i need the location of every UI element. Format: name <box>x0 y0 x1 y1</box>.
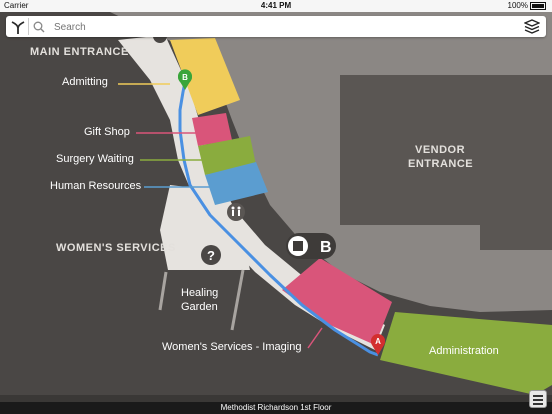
battery-icon <box>530 1 546 10</box>
app-logo-icon[interactable] <box>10 19 26 35</box>
label-vendor-2: ENTRANCE <box>408 158 474 170</box>
label-surgery-waiting[interactable]: Surgery Waiting <box>56 153 134 165</box>
label-healing-garden-1: Healing <box>181 287 219 299</box>
search-bar <box>6 16 546 37</box>
menu-button[interactable] <box>529 390 547 408</box>
elevator-icon[interactable]: B <box>286 233 336 259</box>
floor-name: Methodist Richardson 1st Floor <box>220 403 332 412</box>
label-human-resources[interactable]: Human Resources <box>50 180 141 192</box>
layers-icon[interactable] <box>524 19 540 34</box>
label-womens-imaging[interactable]: Women's Services - Imaging <box>162 341 301 353</box>
svg-text:B: B <box>182 73 188 82</box>
battery-indicator: 100% <box>508 1 546 10</box>
svg-text:A: A <box>375 337 381 346</box>
svg-text:?: ? <box>207 248 215 263</box>
restroom-icon <box>227 203 245 221</box>
label-main-entrance: MAIN ENTRANCE <box>30 46 129 58</box>
elevator-label: B <box>320 239 332 256</box>
label-vendor-1: VENDOR <box>415 144 466 156</box>
menu-icon <box>533 395 543 397</box>
status-bar: Carrier 4:41 PM 100% <box>0 0 552 12</box>
label-womens-services: WOMEN'S SERVICES <box>56 242 176 254</box>
search-input[interactable] <box>52 18 496 37</box>
search-icon <box>33 21 45 33</box>
clock: 4:41 PM <box>260 1 292 10</box>
label-healing-garden-2: Garden <box>181 301 218 313</box>
label-admitting[interactable]: Admitting <box>62 76 108 88</box>
label-administration[interactable]: Administration <box>429 345 499 357</box>
info-icon[interactable]: ? <box>201 245 221 265</box>
battery-percent: 100% <box>507 1 528 10</box>
floor-name-bar: Methodist Richardson 1st Floor <box>0 402 552 414</box>
label-gift-shop[interactable]: Gift Shop <box>84 126 130 138</box>
